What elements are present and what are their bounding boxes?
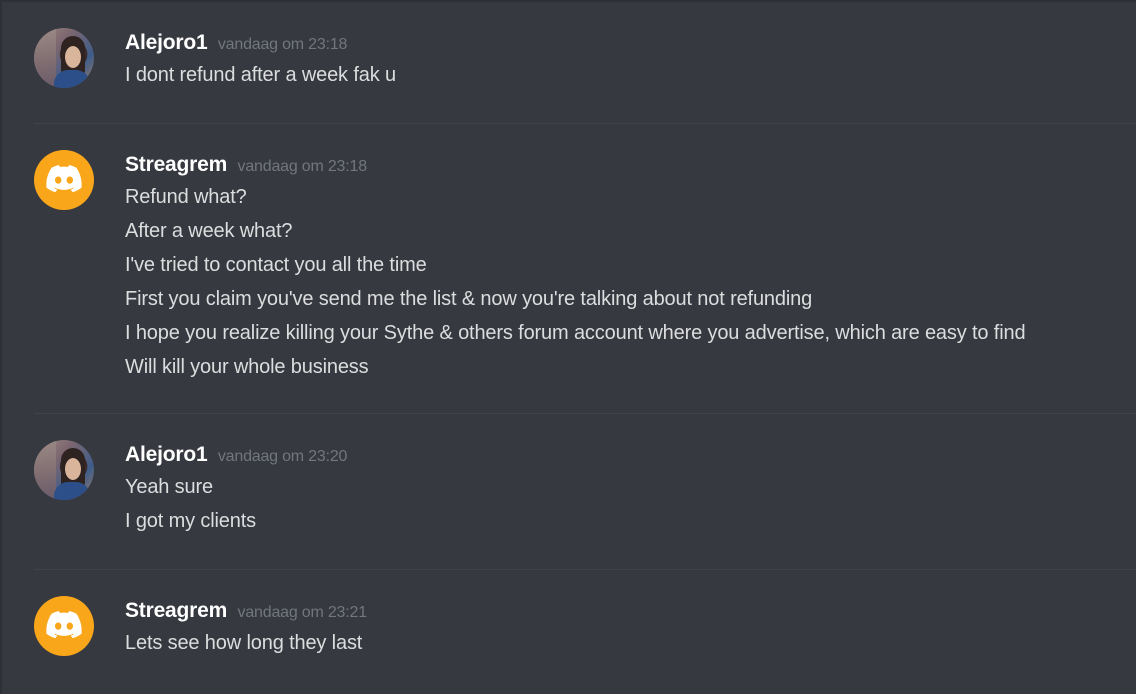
message-header: Streagrem vandaag om 23:21 [125,596,1136,626]
message-divider [34,413,1136,414]
user-avatar[interactable] [34,150,94,210]
user-avatar[interactable] [34,28,94,88]
chat-message-list: Alejoro1 vandaag om 23:18 I dont refund … [0,0,1136,694]
timestamp: vandaag om 23:21 [237,604,368,621]
message-content: Streagrem vandaag om 23:21 Lets see how … [125,596,1136,660]
discord-logo-icon [46,611,82,639]
message-line: After a week what? [125,220,293,242]
message-line: I got my clients [125,510,256,532]
message-content: Alejoro1 vandaag om 23:18 I dont refund … [125,28,1136,92]
message-divider [34,569,1136,570]
message-header: Alejoro1 vandaag om 23:20 [125,440,1136,470]
timestamp: vandaag om 23:18 [217,36,348,53]
avatar-photo-face [65,46,81,68]
timestamp: vandaag om 23:20 [217,448,348,465]
message-line: Lets see how long they last [125,632,363,654]
message-line: I dont refund after a week fak u [125,64,396,86]
message-line: Will kill your whole business [125,356,369,378]
message-content: Alejoro1 vandaag om 23:20 Yeah sure I go… [125,440,1136,538]
avatar-photo-face [65,458,81,480]
avatar-photo-background [34,440,56,500]
username[interactable]: Streagrem [125,153,227,176]
message-line: Refund what? [125,186,247,208]
username[interactable]: Streagrem [125,599,227,622]
discord-logo-icon [46,165,82,193]
avatar-photo-shirt [54,482,90,500]
username[interactable]: Alejoro1 [125,31,208,54]
message-content: Streagrem vandaag om 23:18 Refund what? … [125,150,1136,384]
timestamp: vandaag om 23:18 [237,158,368,175]
user-avatar[interactable] [34,596,94,656]
message-line: First you claim you've send me the list … [125,288,813,310]
user-avatar[interactable] [34,440,94,500]
message-line: Yeah sure [125,476,213,498]
message-line: I've tried to contact you all the time [125,254,427,276]
message-header: Streagrem vandaag om 23:18 [125,150,1136,180]
message-divider [34,123,1136,124]
avatar-photo-shirt [54,70,90,88]
username[interactable]: Alejoro1 [125,443,208,466]
message-header: Alejoro1 vandaag om 23:18 [125,28,1136,58]
message-line: I hope you realize killing your Sythe & … [125,322,1026,344]
avatar-photo-background [34,28,56,88]
